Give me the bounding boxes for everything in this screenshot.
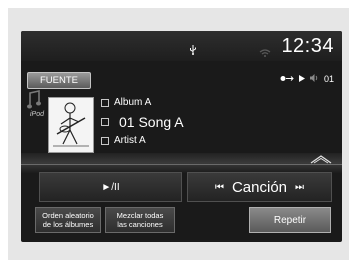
album-icon (101, 98, 109, 107)
track-number: 01 (323, 74, 334, 84)
music-note-small-icon (101, 118, 109, 126)
track-label: Canción (231, 178, 288, 196)
artist-name: Artist A (114, 135, 146, 146)
repeat-button[interactable]: Repetir (249, 207, 331, 233)
usb-icon (189, 42, 197, 60)
shuffle-all-line1: Mezclar todas (116, 211, 164, 220)
volume-icon (309, 74, 319, 84)
play-pause-button[interactable]: ►/II (39, 172, 182, 202)
device-label: iPod (30, 111, 45, 118)
play-indicator-icon (298, 74, 305, 84)
repeat-indicator-icon (280, 74, 294, 84)
playback-status: 01 (280, 74, 334, 84)
track-title: 01 Song A (119, 114, 184, 130)
next-track-icon[interactable]: ⏭ (295, 182, 304, 193)
divider-line (21, 164, 342, 165)
chevron-up-icon[interactable] (310, 151, 332, 169)
status-bar: 12:34 (21, 31, 342, 61)
album-row: Album A (101, 97, 151, 108)
track-row: 01 Song A (101, 114, 184, 130)
shuffle-albums-button[interactable]: Orden aleatorio de los álbumes (35, 207, 101, 233)
artist-icon (101, 136, 109, 145)
shuffle-all-line2: las canciones (117, 220, 163, 229)
shuffle-albums-line1: Orden aleatorio (42, 211, 94, 220)
shuffle-albums-line2: de los álbumes (42, 220, 94, 229)
previous-track-icon[interactable]: ⏮ (215, 182, 224, 193)
track-skip-control[interactable]: ⏮ Canción ⏭ (187, 172, 332, 202)
clock: 12:34 (281, 35, 334, 57)
wifi-icon (259, 44, 271, 62)
guitarist-icon (53, 102, 89, 147)
source-button[interactable]: FUENTE (27, 72, 91, 89)
wave-divider (21, 153, 342, 173)
album-art (48, 97, 94, 153)
shuffle-all-songs-button[interactable]: Mezclar todas las canciones (105, 207, 175, 233)
album-name: Album A (114, 97, 152, 108)
artist-row: Artist A (101, 135, 146, 146)
audio-screen: 12:34 FUENTE 01 iPod Album A 01 Song A A… (21, 31, 342, 242)
